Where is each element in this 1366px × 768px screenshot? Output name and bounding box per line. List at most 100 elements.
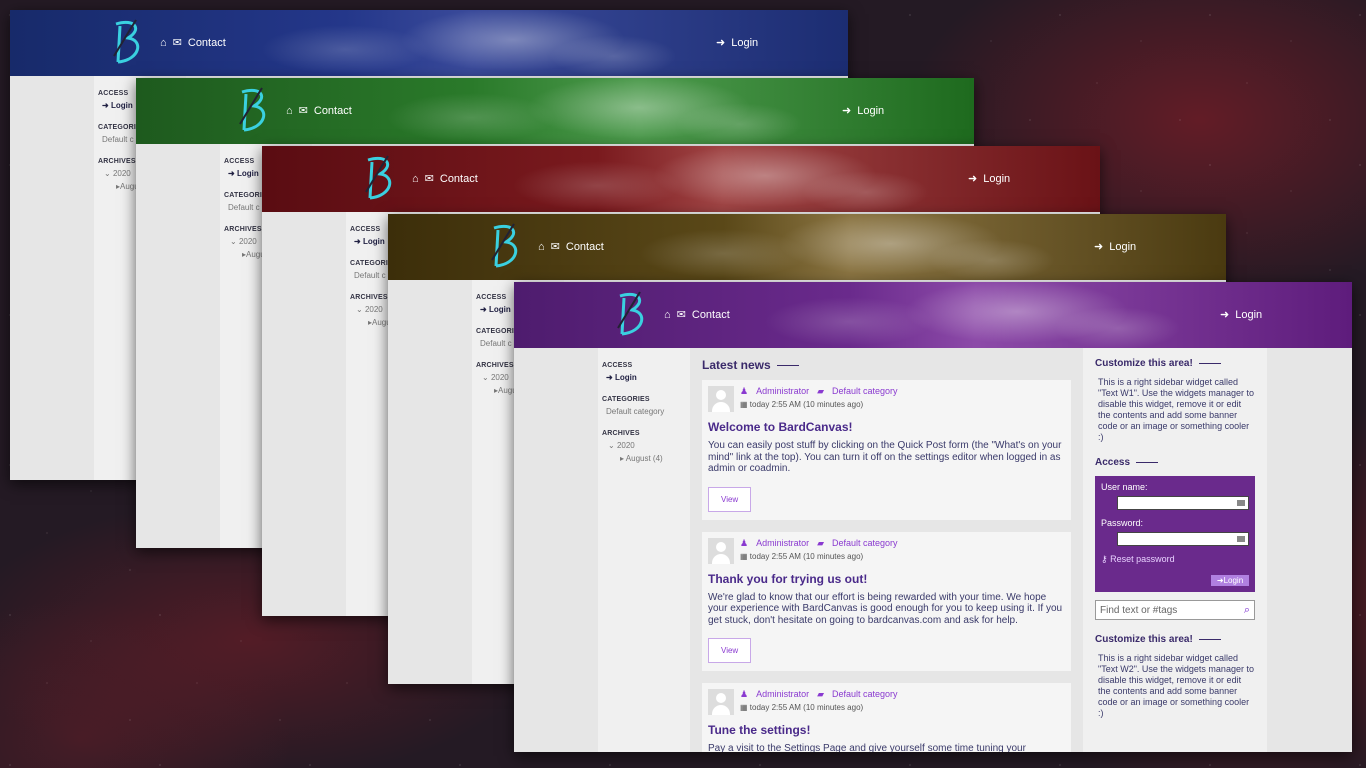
login-icon: ➜ [1220,309,1230,321]
post-author[interactable]: Administrator [756,689,809,699]
categories-heading: CATEGORIES [602,396,650,403]
login-icon: ➜ [354,237,361,246]
password-label: Password: [1101,518,1144,528]
contact-link[interactable]: Contact [188,37,226,49]
category-link[interactable]: Default category [606,407,686,416]
archive-month[interactable]: August (4) [626,454,663,463]
bardcanvas-logo [113,19,140,64]
archive-year[interactable]: 2020 [113,169,131,178]
view-button[interactable]: View [708,486,752,512]
search-input[interactable]: Find text or #tags ⌕ [1095,600,1255,620]
archive-year[interactable]: 2020 [491,373,509,382]
folder-icon: ▰ [817,537,825,548]
avatar [708,537,734,564]
sidebar-login-link[interactable]: Login [111,101,133,110]
post-title[interactable]: Tune the settings! [708,723,1065,737]
post-author[interactable]: Administrator [756,386,809,396]
login-link[interactable]: Login [983,173,1010,185]
header-banner: ⌂ ✉ Contact ➜ Login [10,10,848,76]
view-button[interactable]: View [708,638,752,663]
user-icon: ♟ [740,689,749,699]
envelope-icon: ✉ [172,37,182,49]
login-button[interactable]: ➜Login [1211,575,1249,586]
chevron-down-icon: ⌄ [356,305,363,314]
folder-icon: ▰ [817,386,825,396]
folder-icon: ▰ [817,689,825,699]
search-icon[interactable]: ⌕ [1244,604,1250,617]
user-icon: ♟ [740,386,749,396]
post-time: today 2:55 AM (10 minutes ago) [749,551,864,561]
username-field[interactable] [1117,496,1249,510]
envelope-icon: ✉ [424,173,434,185]
calendar-icon: ▦ [740,551,748,561]
post-time: today 2:55 AM (10 minutes ago) [749,703,864,712]
login-icon: ➜ [968,173,978,185]
login-icon: ➜ [716,37,726,49]
access-title: Access [1095,457,1131,468]
theme-preview-purple: ⌂ ✉ Contact ➜ Login ACCESS ➜ Login CATEGORI… [514,282,1352,752]
header-banner: ⌂ ✉ Contact ➜ Login [388,214,1226,280]
login-form: User name: Password: ⚷ Reset password ➜L… [1095,476,1255,592]
home-icon[interactable]: ⌂ [160,37,167,49]
login-icon: ➜ [842,105,852,117]
contact-link[interactable]: Contact [440,173,478,185]
key-icon: ⚷ [1101,554,1108,564]
envelope-icon: ✉ [550,241,560,253]
chevron-down-icon: ⌄ [482,373,489,382]
contact-link[interactable]: Contact [314,105,352,117]
login-link[interactable]: Login [857,105,884,117]
envelope-icon: ✉ [676,309,686,321]
home-icon[interactable]: ⌂ [538,241,545,253]
login-link[interactable]: Login [731,37,758,49]
access-heading: ACCESS [602,362,633,369]
widget-text: This is a right sidebar widget called "T… [1098,377,1254,442]
widget-title: Customize this area! [1095,634,1193,645]
post-body: Pay a visit to the Settings Page and giv… [708,743,1026,752]
avatar [708,689,734,715]
left-sidebar: ACCESS ➜ Login CATEGORIES Default catego… [598,348,690,752]
search-placeholder: Find text or #tags [1100,604,1178,616]
chevron-down-icon: ⌄ [230,237,237,246]
bardcanvas-logo [617,291,644,336]
home-icon[interactable]: ⌂ [412,173,419,185]
login-link[interactable]: Login [1235,309,1262,321]
reset-password-link[interactable]: Reset password [1110,554,1175,564]
archive-year[interactable]: 2020 [239,237,257,246]
calendar-icon: ▦ [740,400,748,409]
post-time: today 2:55 AM (10 minutes ago) [749,400,864,409]
post-category[interactable]: Default category [832,386,898,396]
post-title[interactable]: Thank you for trying us out! [708,572,1065,586]
section-title: Latest news [702,358,771,372]
username-label: User name: [1101,482,1148,492]
post-category[interactable]: Default category [832,538,898,548]
login-icon: ➜ [102,101,109,110]
main-content: Latest news ♟ Administrator ▰ Default categ… [690,348,1083,752]
home-icon[interactable]: ⌂ [664,309,671,321]
widget-text: This is a right sidebar widget called "T… [1098,653,1254,718]
post-title[interactable]: Welcome to BardCanvas! [708,420,1065,434]
bardcanvas-logo [239,87,266,132]
caret-right-icon: ▸ [620,454,625,463]
header-banner: ⌂ ✉ Contact ➜ Login [136,78,974,144]
login-button-label: Login [1223,576,1244,585]
header-banner: ⌂ ✉ Contact ➜ Login [514,282,1352,348]
chevron-down-icon: ⌄ [608,441,615,450]
archive-year[interactable]: 2020 [365,305,383,314]
login-link[interactable]: Login [1109,241,1136,253]
post-category[interactable]: Default category [832,689,898,699]
contact-link[interactable]: Contact [692,309,730,321]
login-icon: ➜ [228,169,235,178]
contact-link[interactable]: Contact [566,241,604,253]
sidebar-login-link[interactable]: Login [615,373,637,382]
post-card: ♟ Administrator ▰ Default category ▦ today … [702,531,1071,671]
home-icon[interactable]: ⌂ [286,105,293,117]
sidebar-login-link[interactable]: Login [363,237,385,246]
bardcanvas-logo [365,155,392,200]
post-author[interactable]: Administrator [756,538,809,548]
login-icon: ➜ [606,373,613,382]
archives-heading: ARCHIVES [602,430,640,437]
password-field[interactable] [1117,532,1249,546]
archive-year[interactable]: 2020 [617,441,635,450]
sidebar-login-link[interactable]: Login [489,305,511,314]
sidebar-login-link[interactable]: Login [237,169,259,178]
